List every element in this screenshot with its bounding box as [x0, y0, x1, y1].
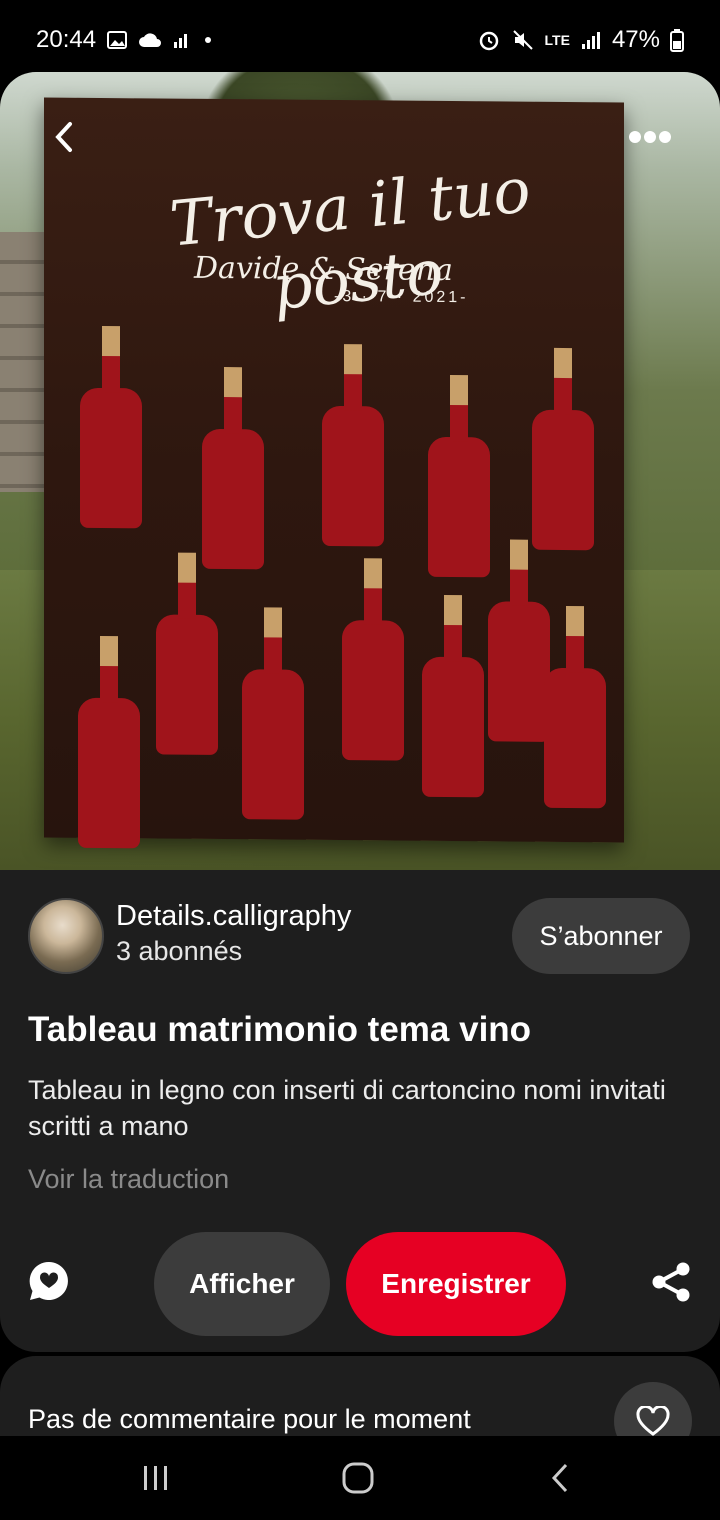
no-comments-label: Pas de commentaire pour le moment [28, 1404, 471, 1434]
heart-icon[interactable] [614, 1382, 692, 1436]
image-board-date: -3 · 7 · 2021- [334, 288, 469, 307]
follow-button[interactable]: S’abonner [512, 898, 690, 974]
image-wine-bottle [242, 669, 304, 820]
image-wooden-board: Trova il tuo posto Davide & Serena -3 · … [44, 97, 624, 849]
pin-title: Tableau matrimonio tema vino [28, 1010, 532, 1049]
cell-signal-icon [580, 30, 602, 50]
image-wine-bottle [488, 601, 550, 742]
signal-hotspot-icon [172, 30, 194, 50]
image-wine-bottle [202, 428, 264, 570]
creator-avatar[interactable] [28, 898, 104, 974]
image-wine-bottle [422, 656, 484, 798]
image-wine-bottle [78, 697, 140, 849]
battery-percent: 47% [611, 26, 660, 53]
pin-image[interactable]: Trova il tuo posto Davide & Serena -3 · … [0, 72, 720, 870]
image-wine-bottle [322, 405, 384, 547]
home-icon[interactable] [298, 1436, 418, 1520]
translate-link[interactable]: Voir la traduction [28, 1164, 229, 1195]
image-wine-bottle [80, 387, 142, 529]
status-bar: 20:44 LTE 47% [0, 0, 720, 80]
image-wine-bottle [428, 436, 490, 578]
image-wine-bottle [532, 409, 594, 551]
back-icon[interactable] [500, 1436, 620, 1520]
alarm-icon [477, 28, 501, 52]
share-icon[interactable] [650, 1261, 692, 1303]
system-navigation-bar [0, 1436, 720, 1520]
battery-icon [670, 28, 684, 52]
more-options-icon[interactable] [628, 130, 672, 149]
dot-icon [204, 36, 212, 44]
creator-name[interactable]: Details.calligraphy [116, 900, 351, 933]
mute-icon [511, 28, 535, 52]
image-board-names: Davide & Serena [194, 250, 453, 289]
recents-icon[interactable] [96, 1436, 216, 1520]
comments-section: Pas de commentaire pour le moment [0, 1356, 720, 1436]
pin-details-sheet: Details.calligraphy 3 abonnés S’abonner … [0, 870, 720, 1352]
status-time: 20:44 [36, 26, 97, 53]
comment-icon[interactable] [28, 1260, 70, 1302]
gallery-icon [106, 29, 128, 51]
save-button[interactable]: Enregistrer [346, 1232, 566, 1336]
image-board-title: Trova il tuo posto [166, 153, 534, 325]
creator-followers: 3 abonnés [116, 936, 243, 966]
image-wine-bottle [156, 614, 218, 755]
cloud-icon [138, 32, 162, 48]
view-button[interactable]: Afficher [154, 1232, 330, 1336]
image-wine-bottle [342, 620, 404, 761]
pin-description: Tableau in legno con inserti di cartonci… [28, 1075, 666, 1141]
image-wine-bottle [544, 667, 606, 809]
network-type: LTE [544, 32, 570, 48]
back-arrow-icon[interactable] [50, 120, 80, 159]
